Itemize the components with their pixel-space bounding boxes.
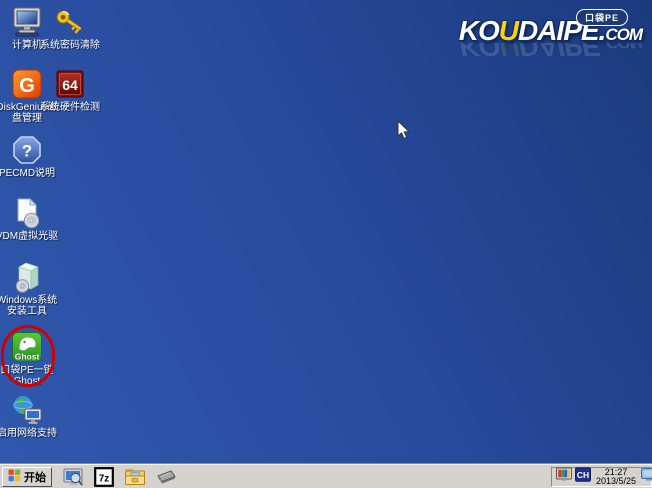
seven-zip-icon: 7z bbox=[94, 467, 114, 487]
icon-label: PECMD说明 bbox=[0, 168, 59, 179]
input-indicator-glyph: CH bbox=[577, 470, 589, 480]
quick-launch: 7z bbox=[62, 467, 177, 487]
software-box-disc-icon bbox=[11, 261, 43, 293]
icon-label-line2: 盘管理 bbox=[0, 113, 59, 124]
desktop-icon-hardware-detect[interactable]: 64 系统硬件检测 bbox=[38, 68, 102, 113]
document-disc-icon bbox=[11, 197, 43, 229]
mouse-cursor bbox=[397, 121, 411, 146]
system-tray: CH 21:27 2013/5/25 bbox=[551, 467, 652, 487]
icon-label: 系统密码清除 bbox=[38, 40, 102, 51]
taskbar: 开始 7z bbox=[0, 464, 652, 488]
file-manager-button[interactable] bbox=[124, 467, 146, 487]
icon-label: 启用网络支持 bbox=[0, 428, 59, 439]
display-tray-icon[interactable] bbox=[641, 468, 652, 486]
display-magnifier-icon bbox=[63, 467, 84, 487]
display-magnifier-button[interactable] bbox=[62, 467, 84, 487]
logo-reflection: KOUDAIPE.COM bbox=[459, 43, 642, 61]
folder-icon bbox=[124, 467, 146, 486]
start-label: 开始 bbox=[24, 469, 46, 485]
icon-label: 系统硬件检测 bbox=[38, 102, 102, 113]
icon-label-line2: 安装工具 bbox=[0, 306, 59, 317]
hardware-tool-button[interactable] bbox=[155, 467, 177, 487]
pe-badge: 口袋PE bbox=[576, 9, 628, 26]
key-icon bbox=[54, 6, 86, 38]
start-button[interactable]: 开始 bbox=[2, 467, 52, 487]
tray-clock[interactable]: 21:27 2013/5/25 bbox=[594, 468, 638, 487]
display-settings-tray-icon[interactable] bbox=[556, 467, 572, 487]
windows-flag-icon bbox=[8, 469, 21, 485]
question-octagon-icon: ? bbox=[11, 134, 43, 166]
red-circle-annotation bbox=[1, 325, 55, 387]
aida64-icon: 64 bbox=[54, 68, 86, 100]
hw64-glyph: 64 bbox=[62, 77, 78, 93]
globe-computer-icon bbox=[11, 394, 43, 426]
desktop-icon-enable-network[interactable]: 启用网络支持 bbox=[0, 394, 59, 439]
icon-label: Windows系统 bbox=[0, 295, 59, 306]
seven-zip-glyph: 7z bbox=[99, 473, 110, 484]
desktop: 口袋PE KOUDAIPE.COM KOUDAIPE.COM 计算机 bbox=[0, 0, 652, 488]
tray-date: 2013/5/25 bbox=[596, 477, 636, 487]
memory-chip-icon bbox=[155, 468, 177, 485]
question-glyph: ? bbox=[22, 142, 32, 161]
input-language-indicator[interactable]: CH bbox=[575, 467, 591, 487]
desktop-icon-vdm[interactable]: VDM虚拟光驱 bbox=[0, 197, 59, 242]
seven-zip-button[interactable]: 7z bbox=[93, 467, 115, 487]
desktop-icon-pecmd-help[interactable]: ? PECMD说明 bbox=[0, 134, 59, 179]
icon-label: VDM虚拟光驱 bbox=[0, 231, 59, 242]
diskgenius-glyph: G bbox=[19, 75, 35, 97]
desktop-icon-password-clear[interactable]: 系统密码清除 bbox=[38, 6, 102, 51]
koudaipe-logo: 口袋PE KOUDAIPE.COM KOUDAIPE.COM bbox=[459, 16, 642, 61]
desktop-icon-windows-install[interactable]: Windows系统 安装工具 bbox=[0, 261, 59, 317]
